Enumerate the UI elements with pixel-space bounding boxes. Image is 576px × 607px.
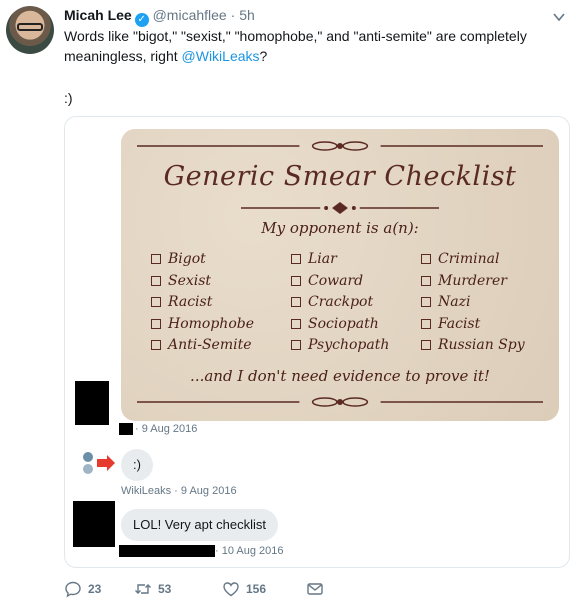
meta-separator: · bbox=[230, 7, 236, 23]
checklist-footer: ...and I don't need evidence to prove it… bbox=[190, 367, 490, 385]
reply-button[interactable]: 23 bbox=[64, 578, 101, 600]
tweet-header: Micah Lee ✓ @micahflee · 5h bbox=[64, 6, 255, 27]
checklist-column-2: Liar Coward Crackpot Sociopath Psychopat… bbox=[291, 249, 389, 357]
direct-message-icon bbox=[307, 583, 323, 595]
checklist-item: Coward bbox=[291, 271, 389, 293]
checklist-item: Nazi bbox=[421, 292, 525, 314]
checklist-item: Anti-Semite bbox=[151, 335, 254, 357]
message-2-bubble: :) bbox=[121, 449, 153, 481]
retweet-count: 53 bbox=[158, 582, 172, 596]
chevron-down-icon[interactable] bbox=[552, 10, 566, 24]
checklist-item: Racist bbox=[151, 292, 254, 314]
message-3-bubble: LOL! Very apt checklist bbox=[121, 509, 278, 541]
checkbox-icon bbox=[151, 297, 161, 307]
checkbox-icon bbox=[291, 318, 301, 329]
redacted-avatar bbox=[75, 381, 109, 425]
message-2-meta: WikiLeaks · 9 Aug 2016 bbox=[121, 485, 237, 497]
redacted-sender bbox=[119, 423, 133, 435]
tweet-text-line-2: :) bbox=[64, 90, 73, 106]
checklist-image: Generic Smear Checklist My opponent is a… bbox=[121, 129, 559, 421]
checkbox-icon bbox=[421, 275, 431, 286]
checkbox-icon bbox=[151, 340, 161, 350]
direct-message-button[interactable] bbox=[306, 578, 324, 600]
checkbox-icon bbox=[291, 275, 301, 286]
tweet-text: Words like "bigot," "sexist," "homophobe… bbox=[64, 26, 554, 66]
checklist-subtitle: My opponent is a(n): bbox=[261, 219, 419, 237]
redacted-sender bbox=[119, 545, 215, 557]
checkbox-icon bbox=[151, 318, 161, 329]
checklist-column-3: Criminal Murderer Nazi Facist Russian Sp… bbox=[421, 249, 525, 357]
tweet-age[interactable]: 5h bbox=[239, 7, 255, 23]
checkbox-icon bbox=[421, 318, 431, 329]
checklist-item: Homophobe bbox=[151, 314, 254, 336]
retweet-icon bbox=[135, 584, 151, 594]
message-3-meta: · 10 Aug 2016 bbox=[215, 545, 284, 557]
checklist-item: Murderer bbox=[421, 271, 525, 293]
media-card[interactable]: Generic Smear Checklist My opponent is a… bbox=[64, 116, 570, 568]
checklist-item: Criminal bbox=[421, 249, 525, 271]
checklist-title: Generic Smear Checklist bbox=[163, 161, 517, 192]
checkbox-icon bbox=[291, 340, 301, 350]
checkbox-icon bbox=[421, 297, 431, 307]
checkbox-icon bbox=[151, 254, 161, 264]
reply-icon bbox=[65, 581, 81, 598]
verified-icon: ✓ bbox=[134, 13, 149, 27]
checklist-item: Psychopath bbox=[291, 335, 389, 357]
checkbox-icon bbox=[291, 254, 301, 264]
like-count: 156 bbox=[246, 582, 267, 596]
checklist-item: Sexist bbox=[151, 271, 254, 293]
like-icon bbox=[223, 582, 239, 597]
author-avatar[interactable] bbox=[6, 6, 54, 54]
retweet-button[interactable]: 53 bbox=[134, 578, 171, 600]
redacted-avatar bbox=[73, 501, 115, 547]
checklist-item: Bigot bbox=[151, 249, 254, 271]
ornament-bottom bbox=[137, 395, 543, 409]
ornament-mid bbox=[241, 201, 439, 215]
checkbox-icon bbox=[421, 254, 431, 264]
tweet-text-end: ? bbox=[259, 48, 268, 64]
author-name[interactable]: Micah Lee bbox=[64, 7, 132, 23]
checklist-item: Crackpot bbox=[291, 292, 389, 314]
checklist-item: Sociopath bbox=[291, 314, 389, 336]
checkbox-icon bbox=[421, 340, 431, 350]
ornament-top bbox=[137, 139, 543, 153]
checklist-item: Facist bbox=[421, 314, 525, 336]
author-handle[interactable]: @micahflee bbox=[153, 7, 227, 23]
tweet-text-main: Words like "bigot," "sexist," "homophobe… bbox=[64, 28, 527, 64]
checkbox-icon bbox=[151, 275, 161, 286]
message-1-meta: · 9 Aug 2016 bbox=[135, 423, 198, 435]
checkbox-icon bbox=[291, 297, 301, 307]
reply-count: 23 bbox=[88, 582, 102, 596]
checklist-item: Russian Spy bbox=[421, 335, 525, 357]
checklist-column-1: Bigot Sexist Racist Homophobe Anti-Semit… bbox=[151, 249, 254, 357]
checklist-item: Liar bbox=[291, 249, 389, 271]
mention-link[interactable]: @WikiLeaks bbox=[182, 48, 260, 64]
wikileaks-avatar-icon bbox=[83, 452, 115, 474]
like-button[interactable]: 156 bbox=[222, 578, 266, 600]
